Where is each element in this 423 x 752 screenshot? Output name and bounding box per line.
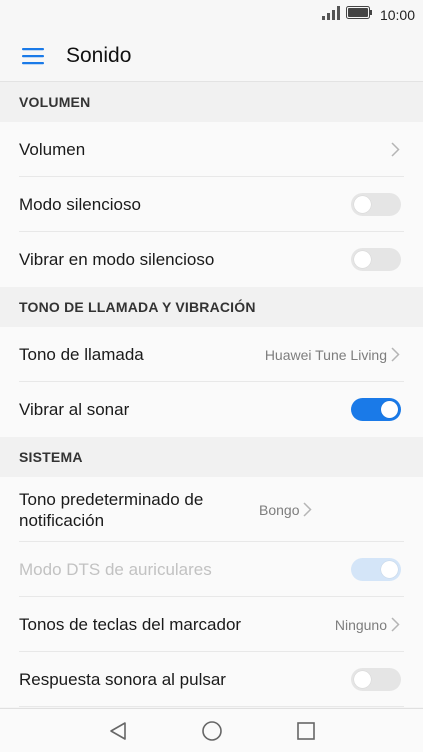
page-title: Sonido <box>66 43 132 67</box>
recents-square-icon[interactable] <box>294 719 318 743</box>
settings-list: VOLUMEN Volumen Modo silencioso Vibrar e… <box>0 82 423 707</box>
vibrar-sonar-toggle[interactable] <box>351 398 401 421</box>
setting-label: Tono predeterminado de notificación <box>19 489 204 530</box>
setting-volumen[interactable]: Volumen <box>0 122 423 177</box>
setting-label: Modo DTS de auriculares <box>19 560 212 579</box>
signal-icon <box>321 5 340 25</box>
setting-value: Bongo <box>259 501 300 518</box>
setting-respuesta-sonora[interactable]: Respuesta sonora al pulsar <box>0 652 423 707</box>
status-bar: 10:00 <box>0 0 423 30</box>
status-time: 10:00 <box>379 7 415 23</box>
back-triangle-icon[interactable] <box>106 719 130 743</box>
setting-value: Ninguno <box>334 616 387 633</box>
chevron-right-icon <box>391 617 401 633</box>
toggle-knob <box>354 196 371 213</box>
setting-modo-silencioso[interactable]: Modo silencioso <box>0 177 423 232</box>
navigation-bar <box>0 708 423 752</box>
setting-label: Vibrar al sonar <box>19 400 130 419</box>
section-header-tono: TONO DE LLAMADA Y VIBRACIÓN <box>0 287 423 327</box>
respuesta-sonora-toggle[interactable] <box>351 668 401 691</box>
menu-icon[interactable] <box>21 44 45 68</box>
toggle-knob <box>354 671 371 688</box>
setting-vibrar-sonar[interactable]: Vibrar al sonar <box>0 382 423 437</box>
setting-tono-llamada[interactable]: Tono de llamada Huawei Tune Living <box>0 327 423 382</box>
section-header-sistema: SISTEMA <box>0 437 423 477</box>
setting-tonos-teclas[interactable]: Tonos de teclas del marcador Ninguno <box>0 597 423 652</box>
battery-icon <box>345 6 372 24</box>
chevron-right-icon <box>303 502 313 518</box>
setting-label: Tonos de teclas del marcador <box>19 615 242 634</box>
toggle-knob <box>354 251 371 268</box>
app-bar: Sonido <box>0 30 423 82</box>
chevron-right-icon <box>391 142 401 158</box>
setting-modo-dts: Modo DTS de auriculares <box>0 542 423 597</box>
home-circle-icon[interactable] <box>200 719 224 743</box>
section-header-volumen: VOLUMEN <box>0 82 423 122</box>
setting-value: Huawei Tune Living <box>264 346 387 363</box>
modo-silencioso-toggle[interactable] <box>351 193 401 216</box>
modo-dts-toggle <box>351 558 401 581</box>
setting-tono-notificacion[interactable]: Tono predeterminado de notificación Bong… <box>0 477 423 542</box>
toggle-knob <box>381 561 398 578</box>
setting-label: Respuesta sonora al pulsar <box>19 670 226 689</box>
vibrar-silencioso-toggle[interactable] <box>351 248 401 271</box>
chevron-right-icon <box>391 347 401 363</box>
setting-label: Vibrar en modo silencioso <box>19 250 215 269</box>
toggle-knob <box>381 401 398 418</box>
setting-label: Tono de llamada <box>19 345 144 364</box>
setting-vibrar-silencioso[interactable]: Vibrar en modo silencioso <box>0 232 423 287</box>
setting-label: Volumen <box>19 140 86 159</box>
setting-label: Modo silencioso <box>19 195 141 214</box>
